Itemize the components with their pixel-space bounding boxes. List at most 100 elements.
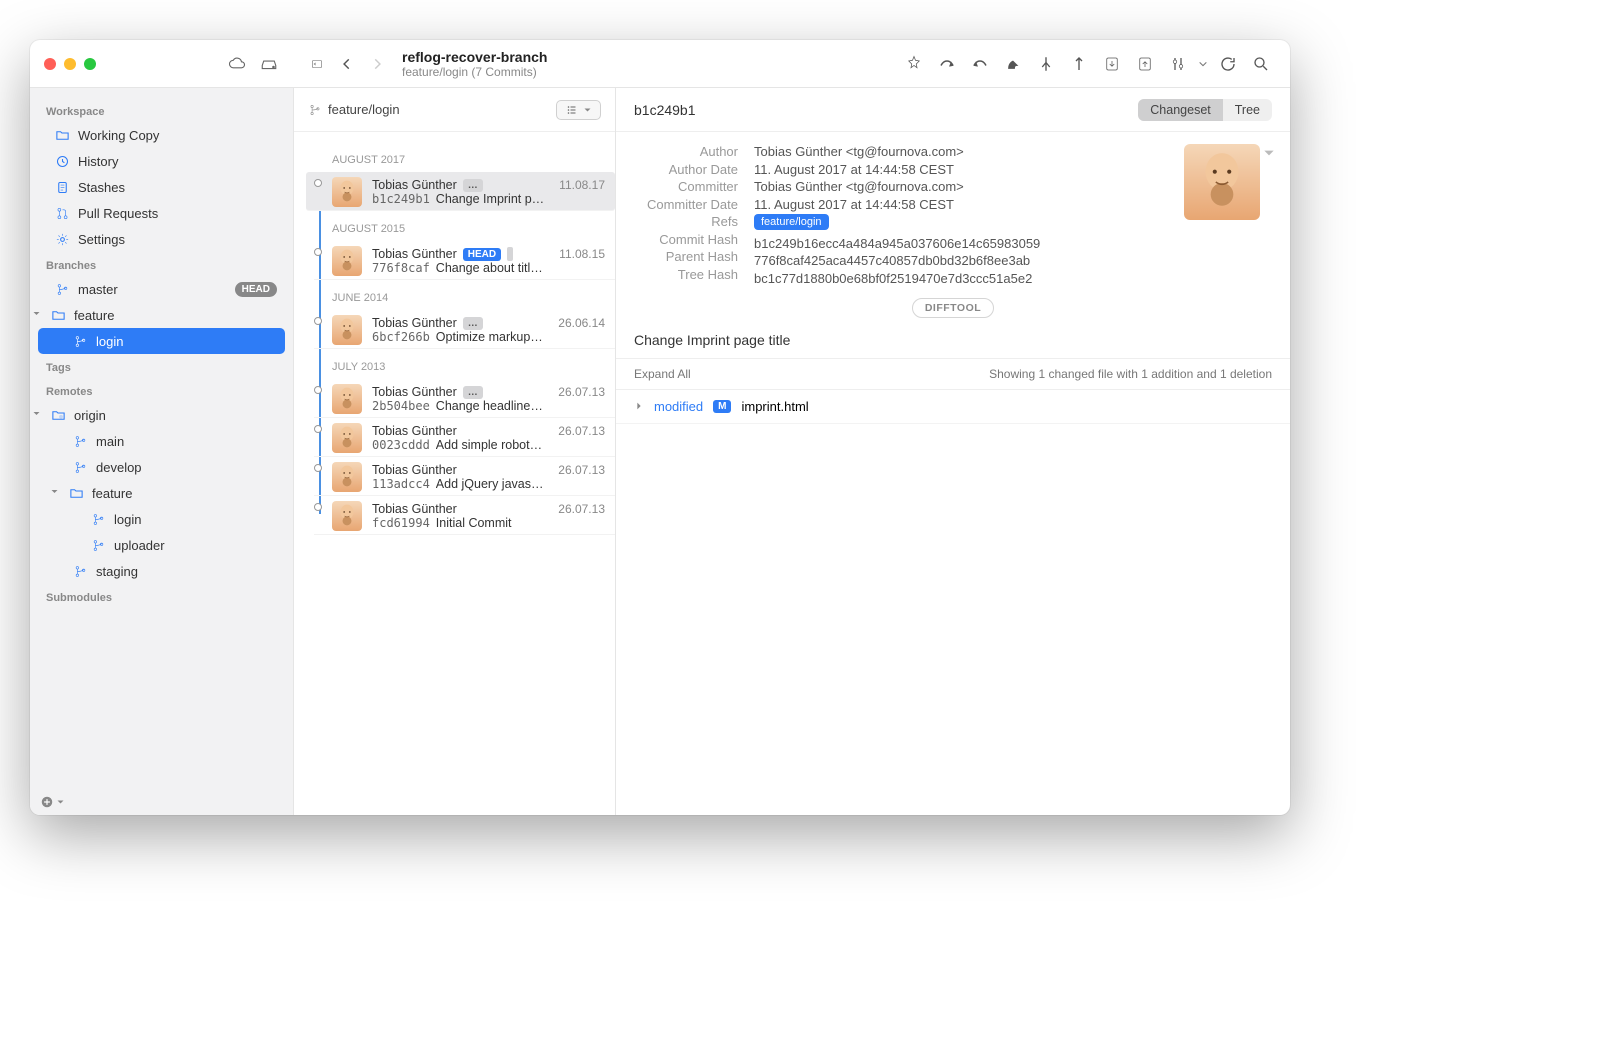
settings-icon[interactable] [1163, 49, 1193, 79]
file-name: imprint.html [741, 399, 808, 414]
rebase-icon[interactable] [1064, 49, 1094, 79]
sidebar-item-remote-feature[interactable]: feature [38, 480, 285, 506]
graph-node [314, 503, 322, 511]
segment-changeset[interactable]: Changeset [1138, 99, 1222, 121]
meta-key: Commit Hash [634, 232, 738, 247]
commit-hash: 6bcf266b [372, 330, 430, 344]
ref-chip[interactable]: feature/login [754, 214, 829, 230]
branch-filter[interactable]: feature/login [308, 102, 400, 117]
sidebar-item-staging[interactable]: staging [38, 558, 285, 584]
repo-title-block[interactable]: reflog-recover-branch feature/login (7 C… [402, 49, 547, 79]
branch-filter-label: feature/login [328, 102, 400, 117]
sidebar-item-remote-login[interactable]: login [38, 506, 285, 532]
graph-node [314, 179, 322, 187]
expand-all-button[interactable]: Expand All [634, 367, 691, 381]
sidebar-label: main [96, 434, 124, 449]
sidebar-label: History [78, 154, 118, 169]
sidebar-item-origin[interactable]: origin [38, 402, 285, 428]
view-segment[interactable]: Changeset Tree [1138, 99, 1272, 121]
graph-node [314, 248, 322, 256]
branch-icon [72, 333, 88, 349]
sidebar-label: login [96, 334, 123, 349]
commit-list[interactable]: AUGUST 2017Tobias Günther…11.08.17b1c249… [294, 132, 615, 815]
commit-author: Tobias Günther [372, 385, 457, 399]
detail-hash: b1c249b1 [634, 102, 696, 118]
meta-key: Author [634, 144, 738, 159]
sidebar-item-develop[interactable]: develop [38, 454, 285, 480]
commit-date: 26.07.13 [558, 424, 605, 438]
commit-group-heading: AUGUST 2017 [306, 142, 615, 172]
sidebar-add-button[interactable] [40, 795, 65, 809]
meta-val[interactable]: 776f8caf425aca4457c40857db0bd32b6f8ee3ab [754, 253, 1040, 268]
branch-icon [54, 281, 70, 297]
commit-row[interactable]: Tobias Günther…26.07.132b504beeChange he… [314, 379, 615, 418]
commit-hash: 776f8caf [372, 261, 430, 275]
avatar [332, 177, 362, 207]
sidebar-item-feature[interactable]: feature [38, 302, 285, 328]
drive-icon[interactable] [258, 53, 280, 75]
workspace-heading: Workspace [38, 98, 285, 122]
maximize-button[interactable] [84, 58, 96, 70]
commit-row[interactable]: Tobias Günther26.07.130023cdddAdd simple… [314, 418, 615, 457]
sidebar-item-settings[interactable]: Settings [38, 226, 285, 252]
commit-author: Tobias Günther [372, 316, 457, 330]
commit-row[interactable]: Tobias Günther26.07.13fcd61994Initial Co… [314, 496, 615, 535]
sidebar-label: Pull Requests [78, 206, 158, 221]
sidebar-label: feature [74, 308, 114, 323]
sidebar-item-history[interactable]: History [38, 148, 285, 174]
back-button[interactable] [332, 49, 362, 79]
commit-author: Tobias Günther [372, 178, 457, 192]
sidebar-item-master[interactable]: masterHEAD [38, 276, 285, 302]
sidebar-item-uploader[interactable]: uploader [38, 532, 285, 558]
more-icon[interactable] [1262, 146, 1276, 163]
stash-apply-icon[interactable] [1130, 49, 1160, 79]
commit-hash: 0023cddd [372, 438, 430, 452]
avatar [332, 462, 362, 492]
minimize-button[interactable] [64, 58, 76, 70]
commit-row[interactable]: Tobias GüntherHEAD11.08.15776f8cafChange… [314, 241, 615, 280]
tags-heading: Tags [38, 354, 285, 378]
file-row[interactable]: modified M imprint.html [616, 390, 1290, 424]
sidebar-label: feature [92, 486, 132, 501]
pull-request-icon [54, 205, 70, 221]
commit-row[interactable]: Tobias Günther26.07.13113adcc4Add jQuery… [314, 457, 615, 496]
meta-key: Committer Date [634, 197, 738, 212]
close-button[interactable] [44, 58, 56, 70]
quick-open-button[interactable] [302, 49, 332, 79]
commit-date: 11.08.15 [559, 247, 605, 261]
refresh-icon[interactable] [1213, 49, 1243, 79]
avatar [332, 246, 362, 276]
push-icon[interactable] [998, 49, 1028, 79]
sidebar-item-main[interactable]: main [38, 428, 285, 454]
meta-key: Tree Hash [634, 267, 738, 282]
sidebar: Workspace Working Copy History Stashes P… [30, 88, 294, 815]
pull-icon[interactable] [965, 49, 995, 79]
sidebar-item-pull-requests[interactable]: Pull Requests [38, 200, 285, 226]
sidebar-item-login[interactable]: login [38, 328, 285, 354]
fetch-icon[interactable] [932, 49, 962, 79]
cloud-icon[interactable] [226, 53, 248, 75]
commit-author: Tobias Günther [372, 247, 457, 261]
list-view-toggle[interactable] [556, 100, 601, 120]
commit-msg: Add jQuery javas… [436, 477, 544, 491]
history-panel: feature/login AUGUST 2017Tobias Günther…… [294, 88, 616, 815]
sidebar-item-stashes[interactable]: Stashes [38, 174, 285, 200]
sidebar-item-working-copy[interactable]: Working Copy [38, 122, 285, 148]
difftool-button[interactable]: DIFFTOOL [912, 298, 994, 318]
forward-button[interactable] [362, 49, 392, 79]
meta-val: Tobias Günther <tg@fournova.com> [754, 179, 1040, 194]
commit-hash: fcd61994 [372, 516, 430, 530]
commit-row[interactable]: Tobias Günther…26.06.146bcf266bOptimize … [314, 310, 615, 349]
stash-save-icon[interactable] [1097, 49, 1127, 79]
search-icon[interactable] [1246, 49, 1276, 79]
commit-row[interactable]: Tobias Günther…11.08.17b1c249b1Change Im… [306, 172, 615, 211]
merge-icon[interactable] [1031, 49, 1061, 79]
avatar [332, 384, 362, 414]
chevron-right-icon [634, 399, 644, 414]
avatar [1184, 144, 1260, 220]
commit-hash: b1c249b1 [372, 192, 430, 206]
commit-group-heading: AUGUST 2015 [306, 211, 615, 241]
segment-tree[interactable]: Tree [1223, 99, 1272, 121]
commit-msg: Add simple robot… [436, 438, 542, 452]
quick-actions-icon[interactable] [899, 49, 929, 79]
